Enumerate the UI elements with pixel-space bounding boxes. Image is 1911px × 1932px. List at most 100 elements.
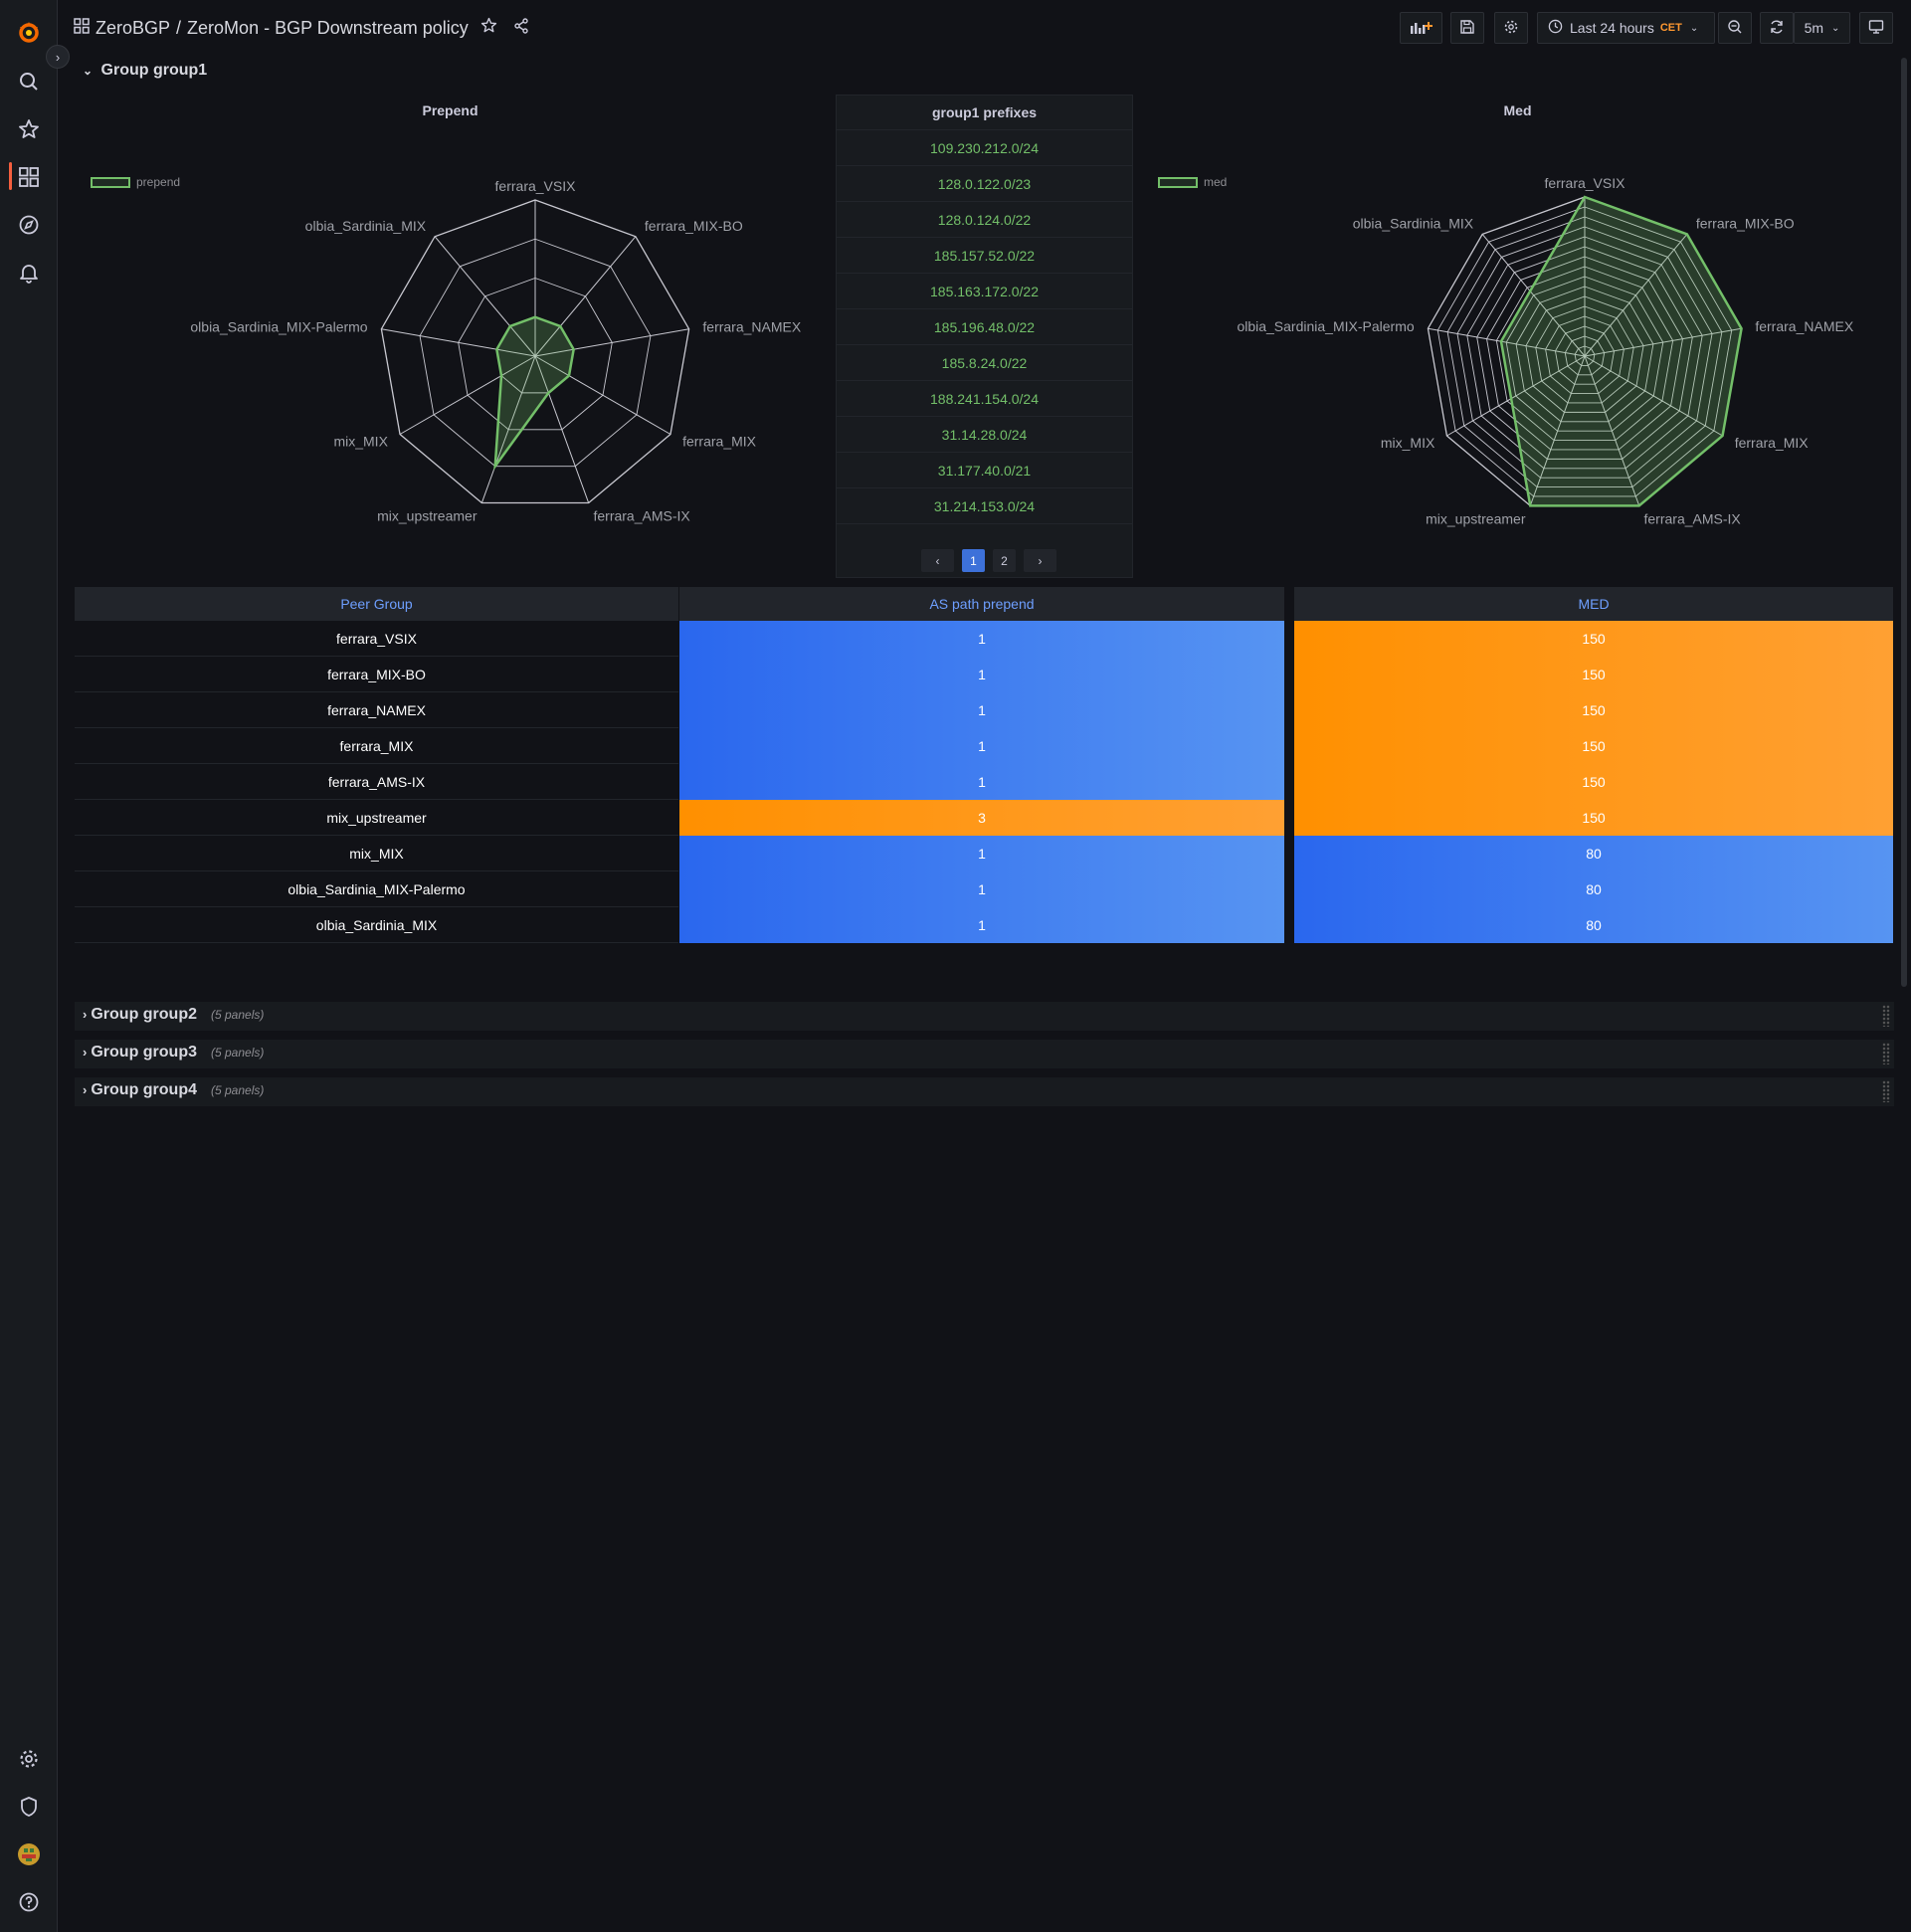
chevron-right-icon: › <box>83 1007 88 1022</box>
dashboards-icon[interactable] <box>14 162 43 191</box>
med-radar-chart: ferrara_VSIX ferrara_MIX-BO ferrara_NAMEXf… <box>1237 175 1853 527</box>
row-group3-count: (5 panels) <box>211 1046 265 1060</box>
peer-group-column: Peer Group ferrara_VSIX ferrara_MIX-BO fer… <box>75 587 678 943</box>
prepend-cell: 1 <box>679 728 1284 764</box>
row-group3[interactable]: › Group group3 (5 panels) <box>75 1040 1894 1068</box>
med-cell: 80 <box>1294 836 1893 871</box>
prefix-row: 185.163.172.0/22 <box>837 274 1132 309</box>
add-panel-button[interactable] <box>1400 12 1442 44</box>
star-icon[interactable] <box>14 114 43 143</box>
prepend-cell: 1 <box>679 871 1284 907</box>
page-2-button[interactable]: 2 <box>993 549 1016 572</box>
search-icon[interactable] <box>14 67 43 96</box>
prefix-row: 185.196.48.0/22 <box>837 309 1132 345</box>
zoom-out-button[interactable] <box>1718 12 1752 44</box>
chevron-down-icon: ⌄ <box>83 64 94 78</box>
breadcrumb-folder-link[interactable]: ZeroBGP <box>96 18 170 39</box>
radar-axis-label: ferrara_AMS-IX <box>1644 511 1742 527</box>
drag-handle-icon[interactable] <box>1882 1080 1890 1102</box>
drag-handle-icon[interactable] <box>1882 1005 1890 1027</box>
peer-group-cell: olbia_Sardinia_MIX-Palermo <box>75 871 678 907</box>
breadcrumb-separator: / <box>176 17 182 38</box>
prefix-row: 188.241.154.0/24 <box>837 381 1132 417</box>
next-page-chevron-right-icon[interactable]: › <box>1024 549 1056 572</box>
time-range-picker[interactable]: Last 24 hours CET ⌄ <box>1537 12 1715 44</box>
prepend-cell: 3 <box>679 800 1284 836</box>
gear-icon <box>1503 19 1519 38</box>
peer-group-cell: mix_upstreamer <box>75 800 678 836</box>
prefix-row: 109.230.212.0/24 <box>837 130 1132 166</box>
clock-icon <box>1548 19 1563 37</box>
row-group3-title: Group group3 <box>91 1044 197 1061</box>
prepend-header[interactable]: AS path prepend <box>679 587 1284 621</box>
prepend-cell: 1 <box>679 907 1284 943</box>
configuration-gear-icon[interactable] <box>14 1744 43 1773</box>
share-icon[interactable] <box>513 17 529 39</box>
favorite-star-icon[interactable] <box>480 17 497 39</box>
radar-series-area[interactable] <box>1499 195 1743 507</box>
drag-handle-icon[interactable] <box>1882 1043 1890 1064</box>
sidebar-active-indicator <box>9 162 12 190</box>
prefixes-panel-title: group1 prefixes <box>837 96 1132 130</box>
row-group2-title: Group group2 <box>91 1006 197 1023</box>
explore-compass-icon[interactable] <box>14 210 43 239</box>
row-group2[interactable]: › Group group2 (5 panels) <box>75 1002 1894 1031</box>
med-cell: 150 <box>1294 657 1893 692</box>
peer-group-cell: ferrara_AMS-IX <box>75 764 678 800</box>
radar-axis-label: mix_MIX <box>1381 435 1435 451</box>
radar-axis-label: ferrara_MIX-BO <box>1696 216 1795 232</box>
med-cell: 80 <box>1294 871 1893 907</box>
save-dashboard-button[interactable] <box>1450 12 1484 44</box>
radar-axis-label: ferrara_VSIX <box>495 178 577 194</box>
radar-series-area[interactable] <box>493 315 575 471</box>
page-scrollbar[interactable] <box>1901 58 1907 987</box>
breadcrumb: ZeroBGP / ZeroMon - BGP Downstream polic… <box>74 17 529 39</box>
add-panel-icon <box>1410 19 1433 38</box>
alerting-bell-icon[interactable] <box>14 258 43 287</box>
prepend-column: AS path prepend 111113111 <box>679 587 1284 943</box>
help-icon[interactable] <box>14 1887 43 1916</box>
expand-sidebar-chevron-right-icon[interactable]: › <box>46 45 70 69</box>
radar-axis-label: ferrara_MIX <box>682 434 757 450</box>
refresh-icon <box>1769 19 1785 38</box>
refresh-button[interactable] <box>1760 12 1794 44</box>
prefix-row: 128.0.122.0/23 <box>837 166 1132 202</box>
prefix-row: 31.214.153.0/24 <box>837 488 1132 524</box>
prefix-row: 185.8.24.0/22 <box>837 345 1132 381</box>
radar-axis-label: olbia_Sardinia_MIX-Palermo <box>190 318 367 334</box>
save-icon <box>1460 19 1474 37</box>
radar-axis-label: ferrara_MIX-BO <box>645 218 743 234</box>
prefix-row: 31.14.28.0/24 <box>837 417 1132 453</box>
chevron-right-icon: › <box>83 1045 88 1060</box>
row-group4[interactable]: › Group group4 (5 panels) <box>75 1077 1894 1106</box>
tv-mode-button[interactable] <box>1859 12 1893 44</box>
radar-axis-label: olbia_Sardinia_MIX-Palermo <box>1237 318 1414 334</box>
refresh-interval-picker[interactable]: 5m ⌄ <box>1794 12 1850 44</box>
radar-axis-label: mix_MIX <box>333 434 388 450</box>
row-group4-count: (5 panels) <box>211 1083 265 1097</box>
dashboard-title[interactable]: ZeroMon - BGP Downstream policy <box>187 18 469 39</box>
radar-axis-label: ferrara_NAMEX <box>702 318 801 334</box>
user-avatar[interactable] <box>14 1839 43 1868</box>
med-cell: 150 <box>1294 621 1893 657</box>
zoom-out-icon <box>1727 19 1743 38</box>
radar-axis-label: ferrara_MIX <box>1735 435 1810 451</box>
sidebar <box>0 0 58 1932</box>
page-1-button[interactable]: 1 <box>962 549 985 572</box>
radar-axis-label: ferrara_NAMEX <box>1755 318 1853 334</box>
med-header[interactable]: MED <box>1294 587 1893 621</box>
server-admin-shield-icon[interactable] <box>14 1792 43 1821</box>
chevron-down-icon: ⌄ <box>1689 22 1699 34</box>
monitor-icon <box>1868 19 1884 38</box>
dashboard-settings-button[interactable] <box>1494 12 1528 44</box>
prepend-panel-title: Prepend <box>422 102 478 118</box>
prepend-cell: 1 <box>679 692 1284 728</box>
med-cell: 150 <box>1294 728 1893 764</box>
peer-group-cell: ferrara_VSIX <box>75 621 678 657</box>
prev-page-chevron-left-icon[interactable]: ‹ <box>921 549 954 572</box>
prepend-cell: 1 <box>679 836 1284 871</box>
row-group2-count: (5 panels) <box>211 1008 265 1022</box>
row-group1-toggle[interactable]: ⌄ Group group1 <box>83 62 207 80</box>
grafana-logo-icon[interactable] <box>14 17 43 46</box>
peer-group-header[interactable]: Peer Group <box>75 587 678 621</box>
